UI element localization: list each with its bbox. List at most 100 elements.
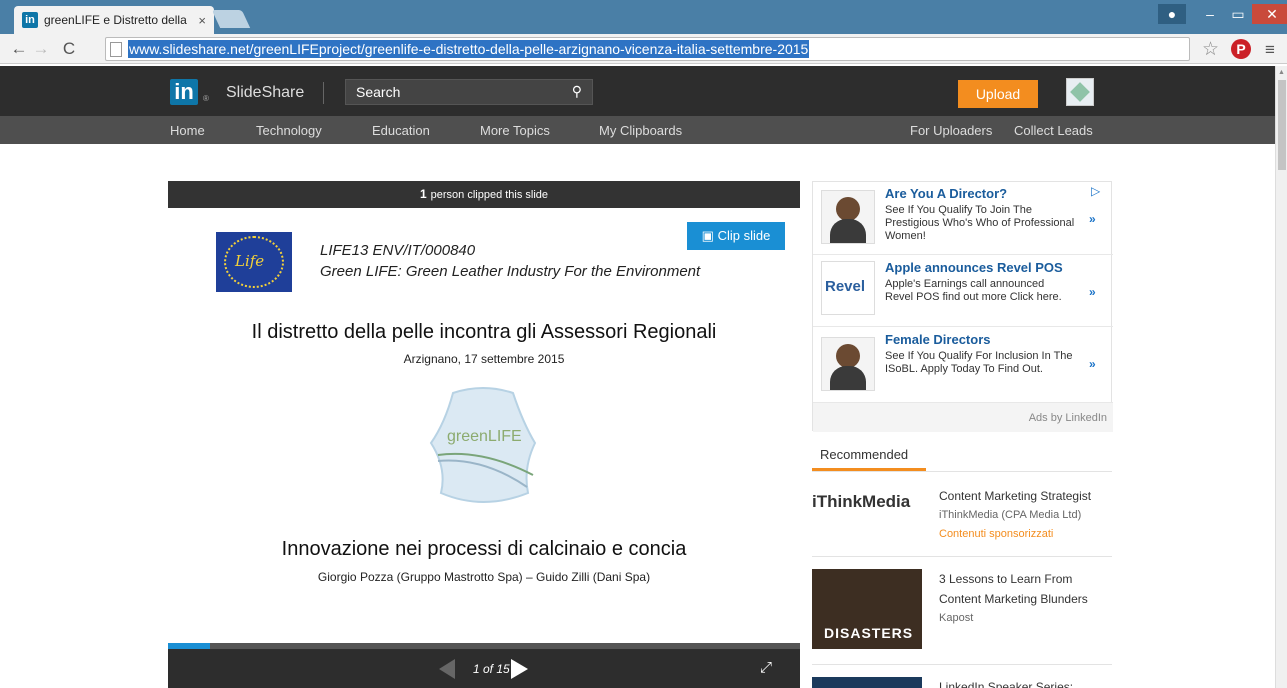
- greenlife-logo-text: greenLIFE: [447, 428, 522, 445]
- url-text[interactable]: www.slideshare.net/greenLIFEproject/gree…: [128, 40, 810, 58]
- ad-item[interactable]: Revel Apple announces Revel POS Apple's …: [813, 254, 1113, 326]
- clip-slide-button[interactable]: ▣ Clip slide: [687, 222, 785, 250]
- recommended-thumbnail: [812, 677, 922, 688]
- maximize-icon[interactable]: ▭: [1224, 4, 1252, 24]
- clip-slide-label: Clip slide: [717, 228, 771, 243]
- topic-nav: Home Technology Education More Topics My…: [0, 116, 1275, 144]
- tab-title: greenLIFE e Distretto della: [44, 13, 187, 27]
- search-input[interactable]: Search ⚲: [345, 79, 593, 105]
- ad-item[interactable]: Are You A Director? See If You Qualify T…: [813, 182, 1113, 254]
- ad-item[interactable]: Female Directors See If You Qualify For …: [813, 326, 1113, 402]
- pinterest-icon[interactable]: P: [1231, 39, 1251, 59]
- upload-button[interactable]: Upload: [958, 80, 1038, 108]
- linkedin-logo[interactable]: in: [170, 79, 198, 105]
- ad-body: See If You Qualify For Inclusion In The …: [885, 350, 1073, 375]
- recommended-title-text[interactable]: Content Marketing Strategist: [939, 486, 1109, 506]
- ithinkmedia-logo: iThinkMedia: [812, 492, 911, 511]
- linkedin-favicon-icon: in: [22, 12, 38, 28]
- menu-icon[interactable]: ≡: [1265, 40, 1275, 60]
- vertical-scrollbar[interactable]: ▲: [1275, 66, 1287, 688]
- ad-arrow-icon[interactable]: »: [1089, 357, 1096, 371]
- avatar[interactable]: [1066, 78, 1094, 106]
- scrollbar-thumb[interactable]: [1278, 80, 1286, 170]
- person-photo: [836, 344, 860, 368]
- ad-thumbnail: [821, 337, 875, 391]
- revel-logo: Revel: [825, 278, 866, 295]
- browser-tab-strip: in greenLIFE e Distretto della × ● – ▭ ✕: [0, 0, 1287, 34]
- address-bar[interactable]: www.slideshare.net/greenLIFEproject/gree…: [105, 37, 1190, 61]
- new-tab-button[interactable]: [211, 10, 251, 28]
- nav-more-topics[interactable]: More Topics: [480, 123, 550, 138]
- ad-title[interactable]: Apple announces Revel POS: [885, 260, 1063, 275]
- recommended-source: Kapost: [939, 612, 974, 624]
- recommended-item[interactable]: LinkedIn Speaker Series:: [812, 664, 1112, 688]
- browser-tab[interactable]: in greenLIFE e Distretto della ×: [14, 6, 214, 34]
- ad-body: See If You Qualify To Join The Prestigio…: [885, 204, 1075, 242]
- clip-count-bar: 1 person clipped this slide: [168, 181, 800, 208]
- browser-toolbar: ← → C www.slideshare.net/greenLIFEprojec…: [0, 34, 1287, 64]
- previous-slide-icon[interactable]: [439, 659, 455, 679]
- divider: [323, 82, 324, 104]
- nav-for-uploaders[interactable]: For Uploaders: [910, 123, 992, 138]
- recommended-source: iThinkMedia (CPA Media Ltd): [939, 509, 1082, 521]
- next-slide-icon[interactable]: [511, 659, 528, 679]
- clip-count-text: person clipped this slide: [430, 189, 549, 201]
- ads-by-linkedin[interactable]: Ads by LinkedIn: [813, 402, 1113, 432]
- ad-arrow-icon[interactable]: »: [1089, 212, 1096, 226]
- recommended-title: Recommended: [820, 447, 909, 462]
- slide-viewer: 1 person clipped this slide Life LIFE13 E…: [168, 181, 800, 688]
- reload-icon[interactable]: C: [58, 39, 80, 59]
- ad-title[interactable]: Female Directors: [885, 332, 991, 347]
- clip-icon: ▣: [701, 228, 714, 243]
- recommended-thumbnail: iThinkMedia: [812, 484, 922, 520]
- window-controls: ● – ▭ ✕: [1158, 4, 1287, 24]
- nav-collect-leads[interactable]: Collect Leads: [1014, 123, 1093, 138]
- nav-home[interactable]: Home: [170, 123, 205, 138]
- nav-my-clipboards[interactable]: My Clipboards: [599, 123, 682, 138]
- slideshare-header: in ® SlideShare Search ⚲ Upload: [0, 66, 1275, 116]
- recommended-title-text[interactable]: 3 Lessons to Learn From Content Marketin…: [939, 569, 1109, 609]
- ad-thumbnail: [821, 190, 875, 244]
- tab-close-icon[interactable]: ×: [198, 13, 206, 28]
- recommended-item[interactable]: iThinkMedia Content Marketing Strategist…: [812, 472, 1112, 556]
- recommended-underline: [812, 468, 926, 471]
- recommended-item[interactable]: DISASTERS 3 Lessons to Learn From Conten…: [812, 556, 1112, 664]
- search-icon[interactable]: ⚲: [572, 83, 582, 100]
- clip-count: 1: [419, 187, 427, 201]
- profile-icon[interactable]: ●: [1158, 4, 1186, 24]
- ad-body: Apple's Earnings call announced Revel PO…: [885, 278, 1062, 303]
- slide: Life LIFE13 ENV/IT/000840 Green LIFE: Gr…: [168, 208, 800, 643]
- nav-education[interactable]: Education: [372, 123, 430, 138]
- nav-technology[interactable]: Technology: [256, 123, 322, 138]
- star-icon[interactable]: ☆: [1202, 38, 1219, 61]
- ad-title[interactable]: Are You A Director?: [885, 186, 1007, 201]
- window-close-icon[interactable]: ✕: [1252, 4, 1287, 24]
- eu-life-logo: Life: [216, 232, 292, 292]
- scroll-up-icon[interactable]: ▲: [1278, 69, 1285, 76]
- back-icon[interactable]: ←: [8, 39, 30, 59]
- registered-mark: ®: [203, 94, 209, 103]
- ads-panel: ▷ Are You A Director? See If You Qualify…: [812, 181, 1113, 432]
- sponsored-label: Contenuti sponsorizzati: [939, 528, 1054, 540]
- page-icon: [110, 41, 122, 57]
- fullscreen-icon[interactable]: ⤢: [760, 659, 772, 676]
- slide-date: Arzignano, 17 settembre 2015: [403, 352, 565, 366]
- viewer-controls: 1 of 15 ⤢: [168, 649, 800, 688]
- slideshare-logo-text[interactable]: SlideShare: [226, 84, 304, 102]
- life-logo-text: Life: [235, 252, 265, 270]
- person-photo-body: [830, 219, 866, 243]
- person-photo-body: [830, 366, 866, 390]
- recommended-thumbnail: DISASTERS: [812, 569, 922, 649]
- search-placeholder: Search: [356, 84, 401, 100]
- recommended-title-text[interactable]: LinkedIn Speaker Series:: [939, 677, 1109, 688]
- disasters-thumb-text: DISASTERS: [824, 625, 914, 641]
- ad-arrow-icon[interactable]: »: [1089, 285, 1096, 299]
- person-photo: [836, 197, 860, 221]
- minimize-icon[interactable]: –: [1196, 4, 1224, 24]
- greenlife-logo: greenLIFE: [429, 387, 537, 503]
- forward-icon[interactable]: →: [30, 39, 52, 59]
- slide-subtitle: Innovazione nei processi di calcinaio e …: [281, 538, 687, 560]
- project-code: LIFE13 ENV/IT/000840: [320, 242, 476, 259]
- project-name: Green LIFE: Green Leather Industry For t…: [320, 263, 701, 280]
- page-indicator: 1 of 15: [473, 662, 510, 676]
